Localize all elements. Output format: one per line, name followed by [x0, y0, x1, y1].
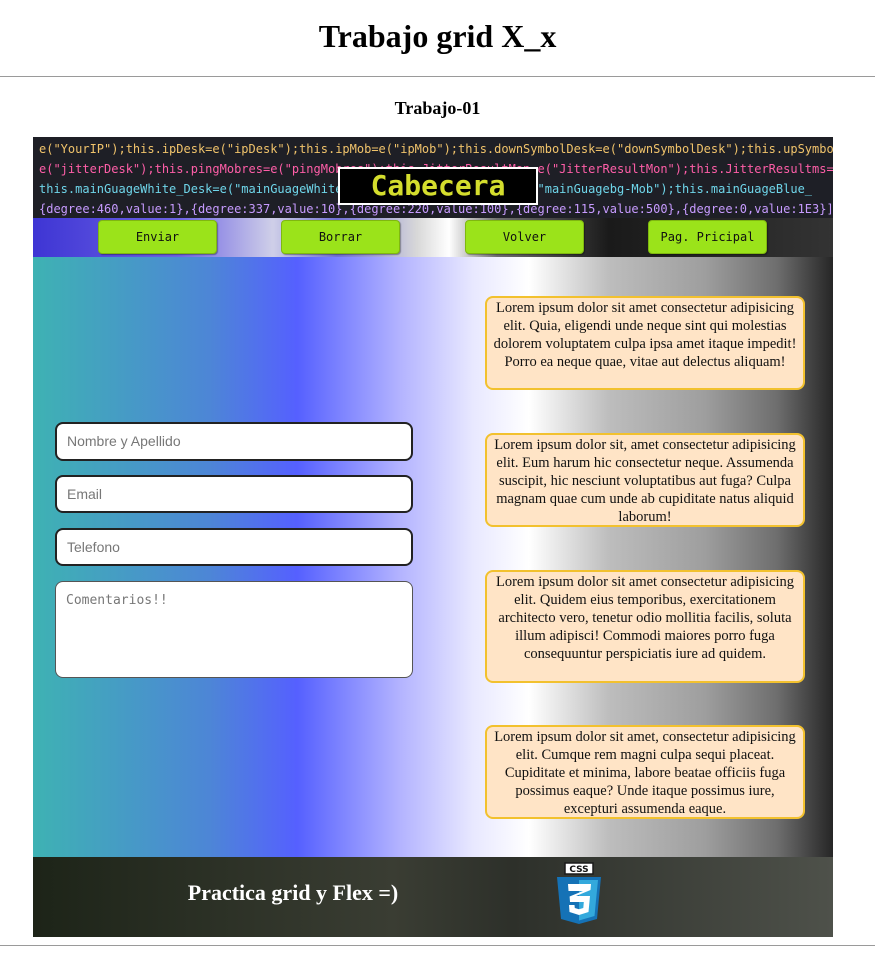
bottom-divider: [0, 945, 875, 946]
css-logo-text: CSS: [569, 865, 588, 875]
nav-bar: Enviar Borrar Volver Pag. Pricipal: [33, 218, 833, 257]
info-card: Lorem ipsum dolor sit amet consectetur a…: [485, 296, 805, 390]
borrar-button[interactable]: Borrar: [281, 220, 400, 254]
header-banner: Cabecera: [338, 167, 538, 205]
page-title: Trabajo grid X_x: [318, 18, 557, 54]
page-subtitle: Trabajo-01: [394, 98, 481, 118]
header-code-image: e("YourIP");this.ipDesk=e("ipDesk");this…: [33, 137, 833, 218]
email-input[interactable]: Email: [55, 475, 413, 513]
info-card: Lorem ipsum dolor sit amet consectetur a…: [485, 570, 805, 683]
code-line: e("YourIP");this.ipDesk=e("ipDesk");this…: [39, 142, 833, 156]
volver-button[interactable]: Volver: [465, 220, 584, 254]
css3-icon: CSS: [557, 862, 601, 924]
main-area: Nombre y Apellido Email Telefono Comenta…: [33, 257, 833, 857]
footer: Practica grid y Flex =) CSS: [33, 857, 833, 937]
info-card: Lorem ipsum dolor sit, amet consectetur …: [485, 433, 805, 527]
comments-textarea[interactable]: Comentarios!!: [55, 581, 413, 678]
info-card: Lorem ipsum dolor sit amet, consectetur …: [485, 725, 805, 819]
home-page-button[interactable]: Pag. Pricipal: [648, 220, 767, 254]
phone-input[interactable]: Telefono: [55, 528, 413, 566]
grid-container: e("YourIP");this.ipDesk=e("ipDesk");this…: [33, 137, 833, 937]
top-divider: [0, 76, 875, 77]
name-input[interactable]: Nombre y Apellido: [55, 422, 413, 461]
footer-text: Practica grid y Flex =): [187, 880, 399, 905]
enviar-button[interactable]: Enviar: [98, 220, 217, 254]
